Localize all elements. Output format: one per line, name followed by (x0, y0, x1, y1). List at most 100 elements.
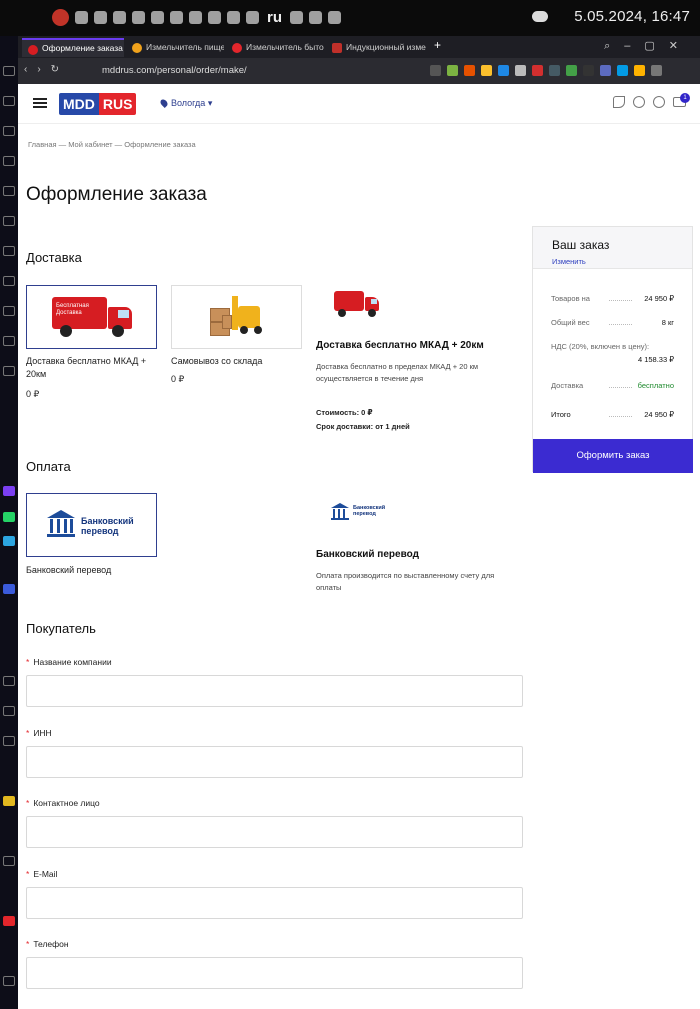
extension-icon[interactable] (464, 65, 475, 76)
menu-icon[interactable] (33, 98, 47, 108)
extension-icon[interactable] (532, 65, 543, 76)
breadcrumb[interactable]: Главная — Мой кабинет — Оформление заказ… (28, 140, 196, 149)
place-order-button[interactable]: Оформить заказ (533, 439, 693, 473)
delivery-option-free[interactable]: Бесплатная Доставка (26, 285, 157, 349)
extension-icon[interactable] (447, 65, 458, 76)
dock-icon[interactable] (3, 216, 15, 226)
pause-icon[interactable] (170, 11, 183, 24)
dock-icon[interactable] (3, 246, 15, 256)
goods-label: Товаров на (551, 294, 590, 303)
cloud-upload-icon[interactable] (151, 11, 164, 24)
dock-icon[interactable] (3, 736, 15, 746)
window-controls[interactable]: ⌕–▢✕ (604, 39, 692, 53)
bug-icon[interactable] (94, 11, 107, 24)
dock-app-icon[interactable] (3, 584, 15, 594)
site-logo[interactable]: MDD RUS (59, 93, 137, 115)
logo-part-rus: RUS (98, 93, 137, 115)
tab-induction[interactable]: Индукционный изме (326, 38, 428, 57)
user-icon[interactable] (653, 96, 665, 108)
delivery-option-pickup[interactable] (171, 285, 302, 349)
dock-icon[interactable] (3, 126, 15, 136)
payment-option-bank[interactable]: Банковский перевод (26, 493, 157, 557)
delivery-detail-cost: Стоимость: 0 ₽ (316, 407, 373, 419)
field-label-text: ИНН (33, 728, 52, 738)
dock-icon[interactable] (3, 186, 15, 196)
extension-icon[interactable] (549, 65, 560, 76)
change-order-link[interactable]: Изменить (552, 257, 586, 266)
dock-icon[interactable] (3, 336, 15, 346)
email-input[interactable] (26, 887, 523, 919)
dock-icon[interactable] (3, 66, 15, 76)
field-label-text: Название компании (33, 657, 112, 667)
cost-value: 0 ₽ (361, 408, 373, 417)
extension-icon[interactable] (498, 65, 509, 76)
dock-icon[interactable] (3, 276, 15, 286)
telegram-icon[interactable] (3, 536, 15, 546)
dock-icon[interactable] (3, 856, 15, 866)
delivery-detail-term: Срок доставки: от 1 дней (316, 421, 410, 433)
network-icon[interactable] (113, 11, 126, 24)
app-icon[interactable] (189, 11, 202, 24)
new-tab-button[interactable]: + (434, 38, 441, 52)
whatsapp-icon[interactable] (3, 512, 15, 522)
system-clock[interactable]: 5.05.2024, 16:47 (574, 8, 690, 25)
wifi-icon[interactable] (290, 11, 303, 24)
extension-icon[interactable] (600, 65, 611, 76)
tab-label: Измельчитель бытов (246, 42, 324, 52)
dock-app-icon[interactable] (3, 486, 15, 496)
payment-option-bank-label[interactable]: Банковский перевод (26, 564, 111, 577)
inn-input[interactable] (26, 746, 523, 778)
phone-input[interactable] (26, 957, 523, 989)
chat-icon[interactable] (75, 11, 88, 24)
dock-icon[interactable] (3, 306, 15, 316)
city-selector[interactable]: Вологда ▾ (159, 98, 212, 109)
system-tray: ru (52, 9, 341, 26)
extension-icon[interactable] (430, 65, 441, 76)
nav-buttons[interactable]: ‹›↻ (24, 64, 69, 75)
delivery-heading: Доставка (26, 250, 82, 265)
tab-order[interactable]: Оформление заказа | (22, 38, 124, 57)
tab-grinder-1[interactable]: Измельчитель пищев (126, 38, 224, 57)
bluetooth-icon[interactable] (309, 11, 322, 24)
payment-detail-text: Оплата производится по выставленному сче… (316, 571, 495, 592)
extension-icon[interactable] (634, 65, 645, 76)
bank-logo-text: Банковский перевод (81, 516, 134, 536)
search-icon[interactable] (633, 96, 645, 108)
battery-icon[interactable] (328, 11, 341, 24)
header-icons (613, 96, 686, 108)
dock-icon[interactable] (3, 96, 15, 106)
clipboard-icon[interactable] (208, 11, 221, 24)
system-top-bar: ru 5.05.2024, 16:47 (0, 0, 700, 36)
dock-app-icon[interactable] (3, 916, 15, 926)
dock-icon[interactable] (3, 156, 15, 166)
extension-icon[interactable] (617, 65, 628, 76)
total-value: 24 950 ₽ (644, 410, 674, 419)
volume-icon[interactable] (227, 11, 240, 24)
extension-icon[interactable] (481, 65, 492, 76)
extension-icon[interactable] (566, 65, 577, 76)
extension-icon[interactable] (583, 65, 594, 76)
site-header: MDD RUS Вологда ▾ 1 (18, 84, 700, 124)
dock-icon[interactable] (3, 976, 15, 986)
summary-delivery-row: Доставка бесплатно (551, 381, 674, 390)
star-icon[interactable] (515, 65, 526, 76)
order-summary: Ваш заказ Изменить Товаров на 24 950 ₽ Об… (532, 226, 693, 473)
extension-icon[interactable] (651, 65, 662, 76)
keyboard-layout[interactable]: ru (267, 9, 282, 26)
url-field[interactable]: mddrus.com/personal/order/make/ (102, 65, 247, 76)
mic-icon[interactable] (246, 11, 259, 24)
dock-app-icon[interactable] (3, 796, 15, 806)
dock-icon[interactable] (3, 366, 15, 376)
dock-icon[interactable] (3, 706, 15, 716)
company-name-input[interactable] (26, 675, 523, 707)
delivery-option-pickup-label[interactable]: Самовывоз со склада (171, 355, 262, 368)
media-icon[interactable] (132, 11, 145, 24)
company-name-label: * Название компании (26, 657, 112, 667)
dock-icon[interactable] (3, 676, 15, 686)
delivery-option-free-label[interactable]: Доставка бесплатно МКАД + 20км (26, 355, 157, 381)
phone-icon[interactable] (613, 96, 625, 108)
extensions-bar (430, 65, 662, 76)
tomato-icon[interactable] (52, 9, 69, 26)
tab-grinder-2[interactable]: Измельчитель бытов (226, 38, 324, 57)
contact-person-input[interactable] (26, 816, 523, 848)
